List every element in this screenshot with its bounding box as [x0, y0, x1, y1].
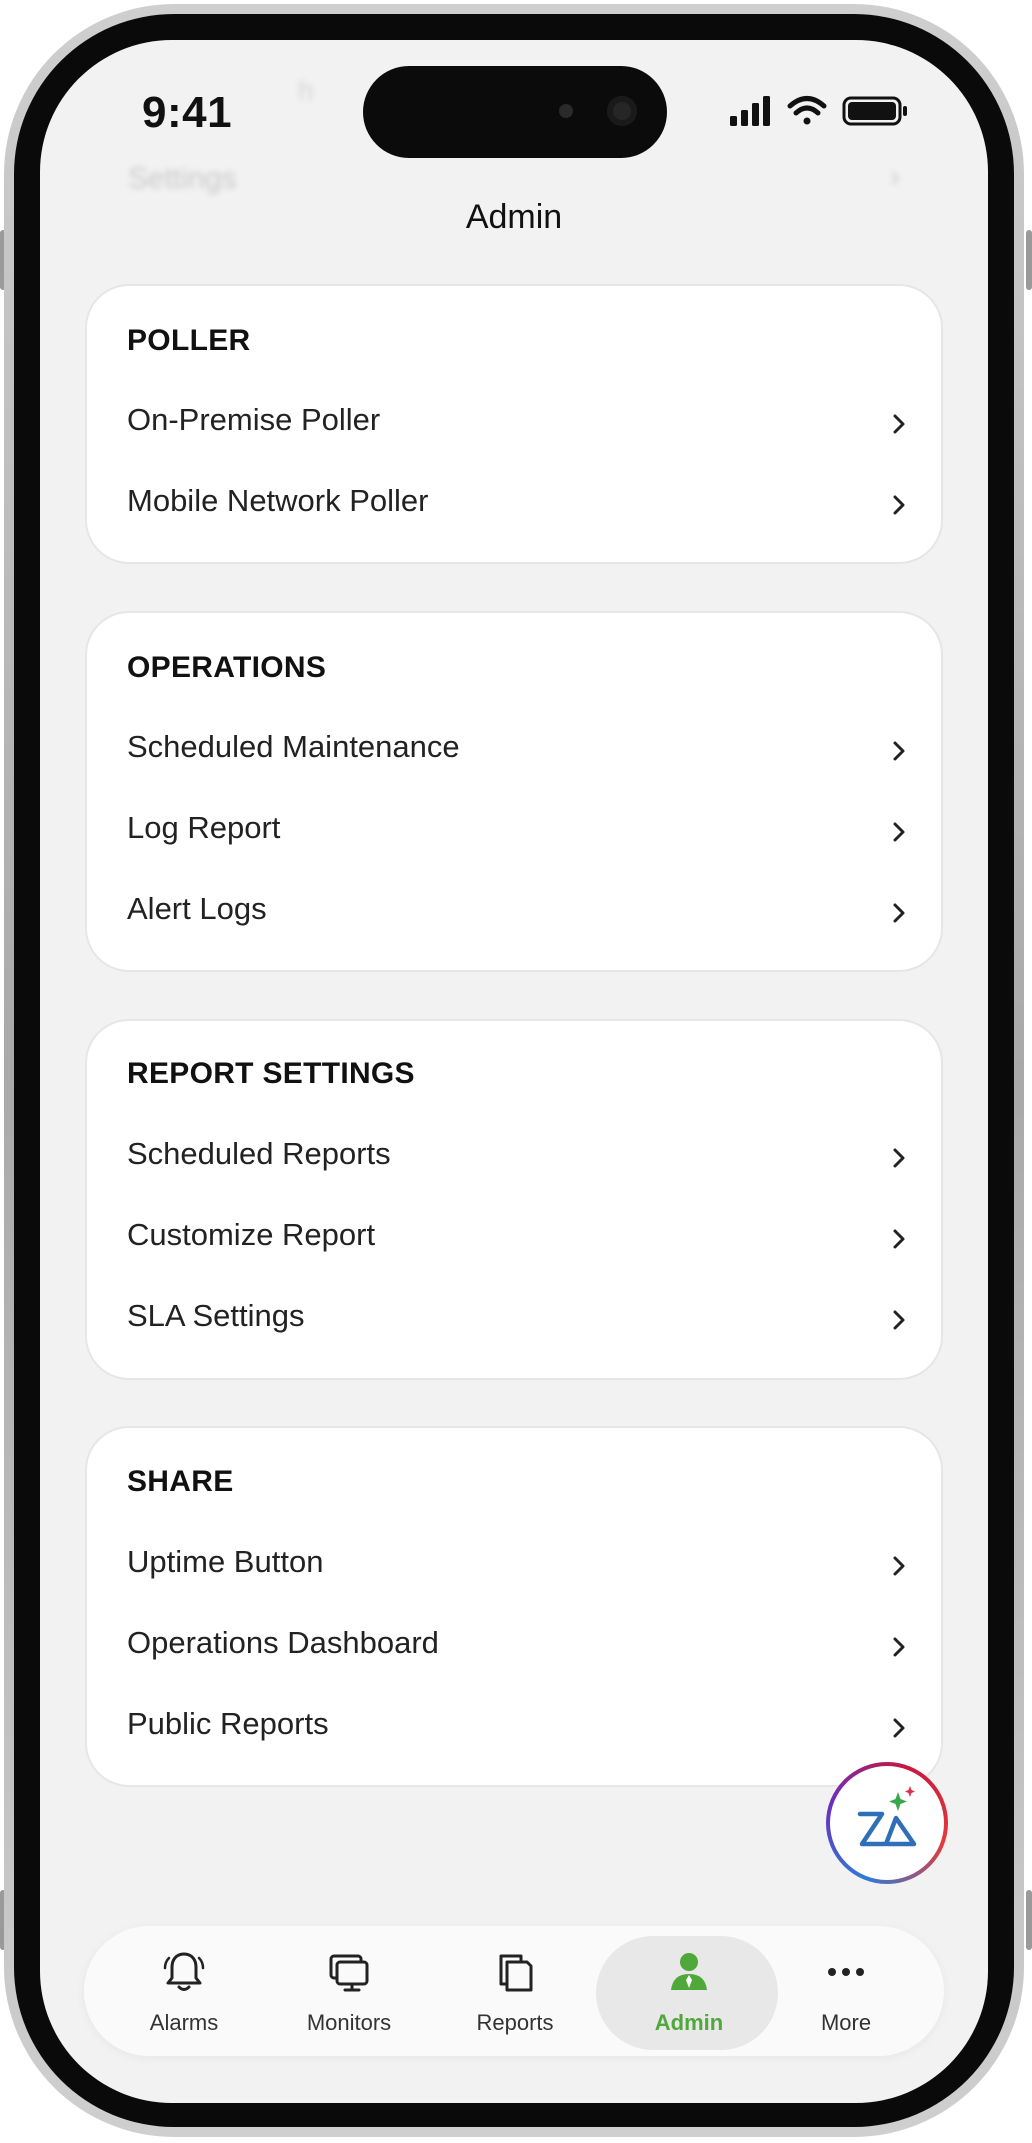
section-card-report-settings: REPORT SETTINGS Scheduled Reports Custom… — [85, 1019, 943, 1380]
menu-item-label: On-Premise Poller — [127, 402, 381, 437]
chevron-right-icon — [893, 1310, 905, 1330]
menu-item-customize-report[interactable]: Customize Report — [87, 1203, 945, 1273]
menu-item-label: Log Report — [127, 810, 281, 845]
chevron-right-icon — [893, 1637, 905, 1657]
side-button — [1026, 230, 1032, 290]
section-title: REPORT SETTINGS — [127, 1057, 415, 1090]
menu-item-label: Uptime Button — [127, 1544, 324, 1579]
status-icons — [728, 92, 928, 132]
menu-item-label: Operations Dashboard — [127, 1625, 439, 1660]
zia-button-face — [830, 1766, 944, 1880]
phone-device: h Settings › 9:41 Admin POLLER On-Premis… — [0, 0, 1032, 2143]
dynamic-island — [363, 66, 667, 158]
menu-item-label: Mobile Network Poller — [127, 483, 429, 518]
menu-item-scheduled-reports[interactable]: Scheduled Reports — [87, 1122, 945, 1192]
tab-label: More — [820, 2010, 872, 2035]
document-icon — [499, 1954, 533, 1992]
monitor-icon — [329, 1954, 369, 1992]
menu-item-label: Public Reports — [127, 1706, 329, 1741]
tab-bar: Alarms Monitors Reports Admin More — [84, 1926, 944, 2056]
chevron-right-icon — [893, 1148, 905, 1168]
section-card-poller: POLLER On-Premise Poller Mobile Network … — [85, 284, 943, 564]
section-card-operations: OPERATIONS Scheduled Maintenance Log Rep… — [85, 611, 943, 972]
menu-item-label: Scheduled Maintenance — [127, 729, 460, 764]
chevron-right-icon — [893, 1718, 905, 1738]
tab-label: Admin — [654, 2010, 724, 2035]
menu-item-label: Alert Logs — [127, 891, 267, 926]
zia-assistant-button[interactable] — [826, 1762, 948, 1884]
camera-dot — [607, 96, 637, 126]
chevron-right-icon — [893, 414, 905, 434]
page-title: Admin — [465, 198, 563, 236]
section-card-share: SHARE Uptime Button Operations Dashboard… — [85, 1426, 943, 1787]
app-screen: h Settings › 9:41 Admin POLLER On-Premis… — [40, 40, 988, 2103]
menu-item-scheduled-maintenance[interactable]: Scheduled Maintenance — [87, 715, 945, 785]
chevron-right-icon — [893, 822, 905, 842]
bell-icon — [163, 1952, 205, 1991]
sensor-dot — [559, 104, 573, 118]
menu-item-label: Customize Report — [127, 1217, 376, 1252]
menu-item-mobile-network-poller[interactable]: Mobile Network Poller — [87, 469, 945, 539]
tab-label: Monitors — [306, 2010, 392, 2035]
menu-item-label: SLA Settings — [127, 1298, 305, 1333]
ghost-text: h — [298, 75, 314, 106]
section-title: POLLER — [127, 324, 251, 357]
chevron-right-icon — [893, 495, 905, 515]
tab-label: Reports — [476, 2010, 554, 2035]
status-time: 9:41 — [142, 88, 233, 137]
menu-item-alert-logs[interactable]: Alert Logs — [87, 877, 945, 947]
admin-user-icon — [671, 1953, 707, 1990]
chevron-right-icon: › — [890, 160, 900, 193]
chevron-right-icon — [893, 903, 905, 923]
menu-item-label: Scheduled Reports — [127, 1136, 391, 1171]
menu-item-uptime-button[interactable]: Uptime Button — [87, 1530, 945, 1600]
menu-item-sla-settings[interactable]: SLA Settings — [87, 1284, 945, 1354]
side-button — [1026, 1890, 1032, 1950]
chevron-right-icon — [893, 741, 905, 761]
section-title: OPERATIONS — [127, 651, 327, 684]
menu-item-operations-dashboard[interactable]: Operations Dashboard — [87, 1611, 945, 1681]
zia-assistant-icon — [857, 1786, 917, 1847]
menu-item-on-premise-poller[interactable]: On-Premise Poller — [87, 388, 945, 458]
section-title: SHARE — [127, 1465, 234, 1498]
battery-icon — [842, 96, 907, 126]
cellular-signal-icon — [730, 96, 770, 126]
tab-alarms[interactable]: Alarms — [101, 1926, 267, 2056]
menu-item-public-reports[interactable]: Public Reports — [87, 1692, 945, 1762]
tab-admin[interactable]: Admin — [596, 1926, 778, 2056]
chevron-right-icon — [893, 1229, 905, 1249]
wifi-icon — [787, 96, 827, 125]
tab-label: Alarms — [149, 2010, 219, 2035]
menu-item-log-report[interactable]: Log Report — [87, 796, 945, 866]
ghost-settings-label: Settings — [128, 162, 237, 195]
chevron-right-icon — [893, 1556, 905, 1576]
more-dots-icon — [828, 1968, 864, 1976]
tab-more[interactable]: More — [763, 1926, 929, 2056]
tab-reports[interactable]: Reports — [432, 1926, 598, 2056]
tab-monitors[interactable]: Monitors — [266, 1926, 432, 2056]
